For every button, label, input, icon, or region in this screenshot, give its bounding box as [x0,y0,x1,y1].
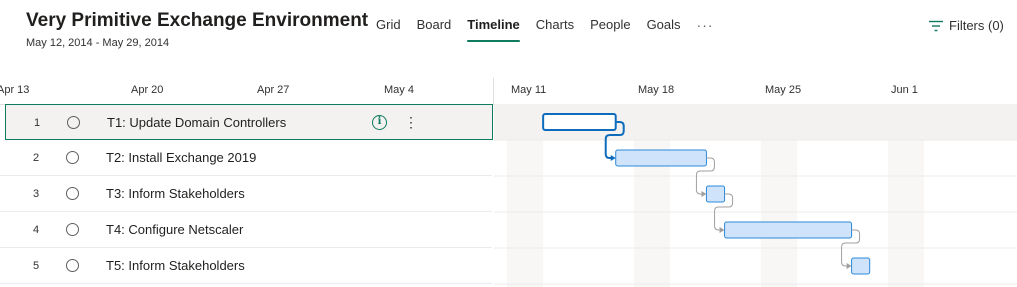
circle-check-icon[interactable] [66,187,79,200]
tab-people[interactable]: People [590,17,630,43]
task-row[interactable]: 5 T5: Inform Stakeholders [0,248,492,284]
more-vertical-icon[interactable]: ⋮ [404,112,418,132]
axis-label-may-18: May 18 [638,84,675,96]
row-number: 2 [32,152,40,164]
task-row[interactable]: 3 T3: Inform Stakeholders [0,176,492,212]
panel-divider[interactable] [493,78,494,104]
task-row[interactable]: 1 T1: Update Domain Controllers i ⋮ [5,104,493,140]
tab-charts[interactable]: Charts [536,17,574,43]
task-bar [724,221,853,239]
task-bar [705,185,726,203]
circle-check-icon[interactable] [66,223,79,236]
filters-button[interactable]: Filters (0) [928,18,1004,33]
axis-label-may-11: May 11 [511,84,547,96]
row-number: 1 [33,117,41,129]
weekend-column [887,140,925,287]
tab-goals[interactable]: Goals [647,17,681,43]
task-name[interactable]: T4: Configure Netscaler [106,212,243,248]
gantt-canvas [494,104,1017,287]
view-tabs: Grid Board Timeline Charts People Goals … [368,17,722,43]
axis-label-may-4: May 4 [384,84,414,96]
filter-icon [929,20,943,31]
task-name[interactable]: T1: Update Domain Controllers [107,105,286,141]
task-bar [542,113,617,131]
axis-label-apr-27: Apr 27 [257,84,290,96]
dependency-arrow [701,191,707,197]
dependency-arrow [719,227,725,233]
task-name[interactable]: T5: Inform Stakeholders [106,248,245,284]
dependency-arrow [846,263,852,269]
circle-check-icon[interactable] [66,259,79,272]
filters-label: Filters (0) [949,18,1004,33]
circle-check-icon[interactable] [66,151,79,164]
weekend-column [506,140,544,287]
task-bar [851,257,871,275]
task-name[interactable]: T2: Install Exchange 2019 [106,140,256,176]
tab-board[interactable]: Board [417,17,452,43]
gantt-chart [494,104,1017,287]
info-icon[interactable]: i [372,115,387,130]
row-number: 3 [32,188,40,200]
axis-label-jun-1: Jun 1 [891,84,918,96]
weekend-column [760,140,798,287]
axis-label-apr-20: Apr 20 [131,84,164,96]
task-row[interactable]: 4 T4: Configure Netscaler [0,212,492,248]
tab-timeline[interactable]: Timeline [467,17,520,43]
more-tabs-button[interactable]: ··· [697,17,714,43]
task-bar [615,149,707,167]
task-row[interactable]: 2 T2: Install Exchange 2019 [0,140,492,176]
timeline-axis: Apr 13 Apr 20 Apr 27 May 4 May 11 May 18… [0,78,1017,105]
page-title: Very Primitive Exchange Environment [26,10,369,31]
axis-label-apr-13: Apr 13 [0,84,30,96]
row-number: 4 [32,224,40,236]
task-name[interactable]: T3: Inform Stakeholders [106,176,245,212]
task-grid: 1 T1: Update Domain Controllers i ⋮ 2 T2… [0,104,493,287]
project-date-range: May 12, 2014 - May 29, 2014 [26,37,170,49]
dependency-arrow [610,155,616,161]
tab-grid[interactable]: Grid [376,17,401,43]
circle-check-icon[interactable] [67,116,80,129]
axis-label-may-25: May 25 [765,84,802,96]
header: Very Primitive Exchange Environment May … [0,0,1017,60]
row-number: 5 [32,260,40,272]
